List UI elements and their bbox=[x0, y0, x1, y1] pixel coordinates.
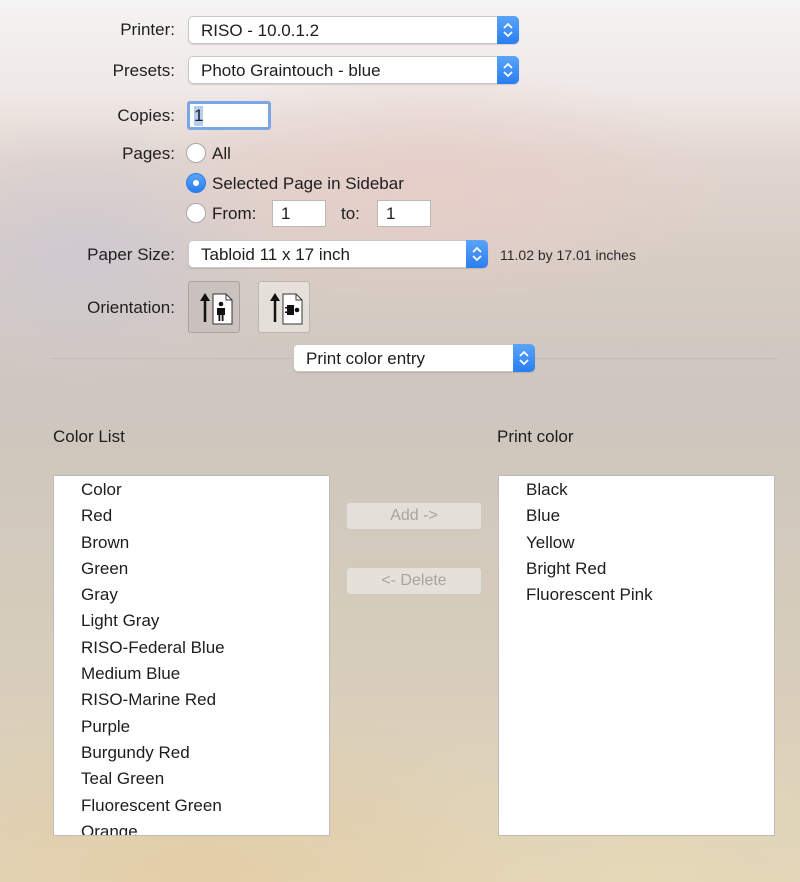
pages-label: Pages: bbox=[122, 144, 175, 163]
list-item[interactable]: Bright Red bbox=[499, 556, 774, 582]
presets-value: Photo Graintouch - blue bbox=[201, 61, 381, 80]
chevron-updown-icon bbox=[497, 56, 519, 84]
orientation-portrait-button[interactable] bbox=[188, 281, 240, 333]
list-item[interactable]: Fluorescent Green bbox=[54, 793, 329, 819]
landscape-orientation-icon bbox=[270, 293, 303, 325]
pages-to-input[interactable]: 1 bbox=[377, 200, 431, 227]
color-list-box[interactable]: Color Red Brown Green Gray Light Gray RI… bbox=[53, 475, 330, 836]
print-color-title: Print color bbox=[497, 427, 574, 446]
pages-to-label: to: bbox=[341, 204, 360, 223]
orientation-label: Orientation: bbox=[87, 298, 175, 317]
list-item[interactable]: Red bbox=[54, 503, 329, 529]
list-item[interactable]: Blue bbox=[499, 503, 774, 529]
section-value: Print color entry bbox=[306, 349, 426, 368]
pages-from-radio[interactable] bbox=[186, 203, 206, 223]
list-item[interactable]: Brown bbox=[54, 530, 329, 556]
color-list-title: Color List bbox=[53, 427, 125, 446]
pages-from-label: From: bbox=[212, 204, 257, 223]
chevron-updown-icon bbox=[466, 240, 488, 268]
list-item[interactable]: RISO-Federal Blue bbox=[54, 635, 329, 661]
pages-all-radio[interactable] bbox=[186, 143, 206, 163]
list-item[interactable]: Medium Blue bbox=[54, 661, 329, 687]
list-item[interactable]: Black bbox=[499, 477, 774, 503]
copies-input[interactable]: 1 bbox=[187, 101, 271, 130]
paper-dimensions: 11.02 by 17.01 inches bbox=[500, 247, 636, 263]
paper-size-select[interactable]: Tabloid 11 x 17 inch bbox=[188, 240, 488, 268]
pages-selected-radio[interactable] bbox=[186, 173, 206, 193]
paper-size-value: Tabloid 11 x 17 inch bbox=[201, 245, 351, 264]
list-item[interactable]: Fluorescent Pink bbox=[499, 582, 774, 608]
printer-label: Printer: bbox=[120, 20, 175, 39]
section-select[interactable]: Print color entry bbox=[293, 344, 535, 372]
list-item[interactable]: Yellow bbox=[499, 530, 774, 556]
pages-all-label: All bbox=[212, 144, 231, 163]
printer-select[interactable]: RISO - 10.0.1.2 bbox=[188, 16, 519, 44]
chevron-updown-icon bbox=[497, 16, 519, 44]
list-item[interactable]: Color bbox=[54, 477, 329, 503]
list-item[interactable]: Teal Green bbox=[54, 766, 329, 792]
add-button[interactable]: Add -> bbox=[346, 502, 482, 530]
orientation-landscape-button[interactable] bbox=[258, 281, 310, 333]
presets-label: Presets: bbox=[112, 61, 175, 80]
presets-select[interactable]: Photo Graintouch - blue bbox=[188, 56, 519, 84]
list-item[interactable]: Green bbox=[54, 556, 329, 582]
list-item[interactable]: Gray bbox=[54, 582, 329, 608]
chevron-updown-icon bbox=[513, 344, 535, 372]
list-item[interactable]: Purple bbox=[54, 714, 329, 740]
pages-to-value: 1 bbox=[386, 204, 396, 223]
list-item[interactable]: RISO-Marine Red bbox=[54, 687, 329, 713]
copies-label: Copies: bbox=[117, 106, 175, 125]
pages-from-input[interactable]: 1 bbox=[272, 200, 326, 227]
print-color-box[interactable]: Black Blue Yellow Bright Red Fluorescent… bbox=[498, 475, 775, 836]
list-item[interactable]: Burgundy Red bbox=[54, 740, 329, 766]
list-item[interactable]: Orange bbox=[54, 819, 329, 835]
copies-value: 1 bbox=[194, 106, 204, 126]
portrait-orientation-icon bbox=[200, 293, 233, 325]
delete-button[interactable]: <- Delete bbox=[346, 567, 482, 595]
printer-value: RISO - 10.0.1.2 bbox=[201, 21, 320, 40]
pages-selected-label: Selected Page in Sidebar bbox=[212, 174, 404, 193]
pages-from-value: 1 bbox=[281, 204, 291, 223]
list-item[interactable]: Light Gray bbox=[54, 608, 329, 634]
paper-size-label: Paper Size: bbox=[87, 245, 175, 264]
